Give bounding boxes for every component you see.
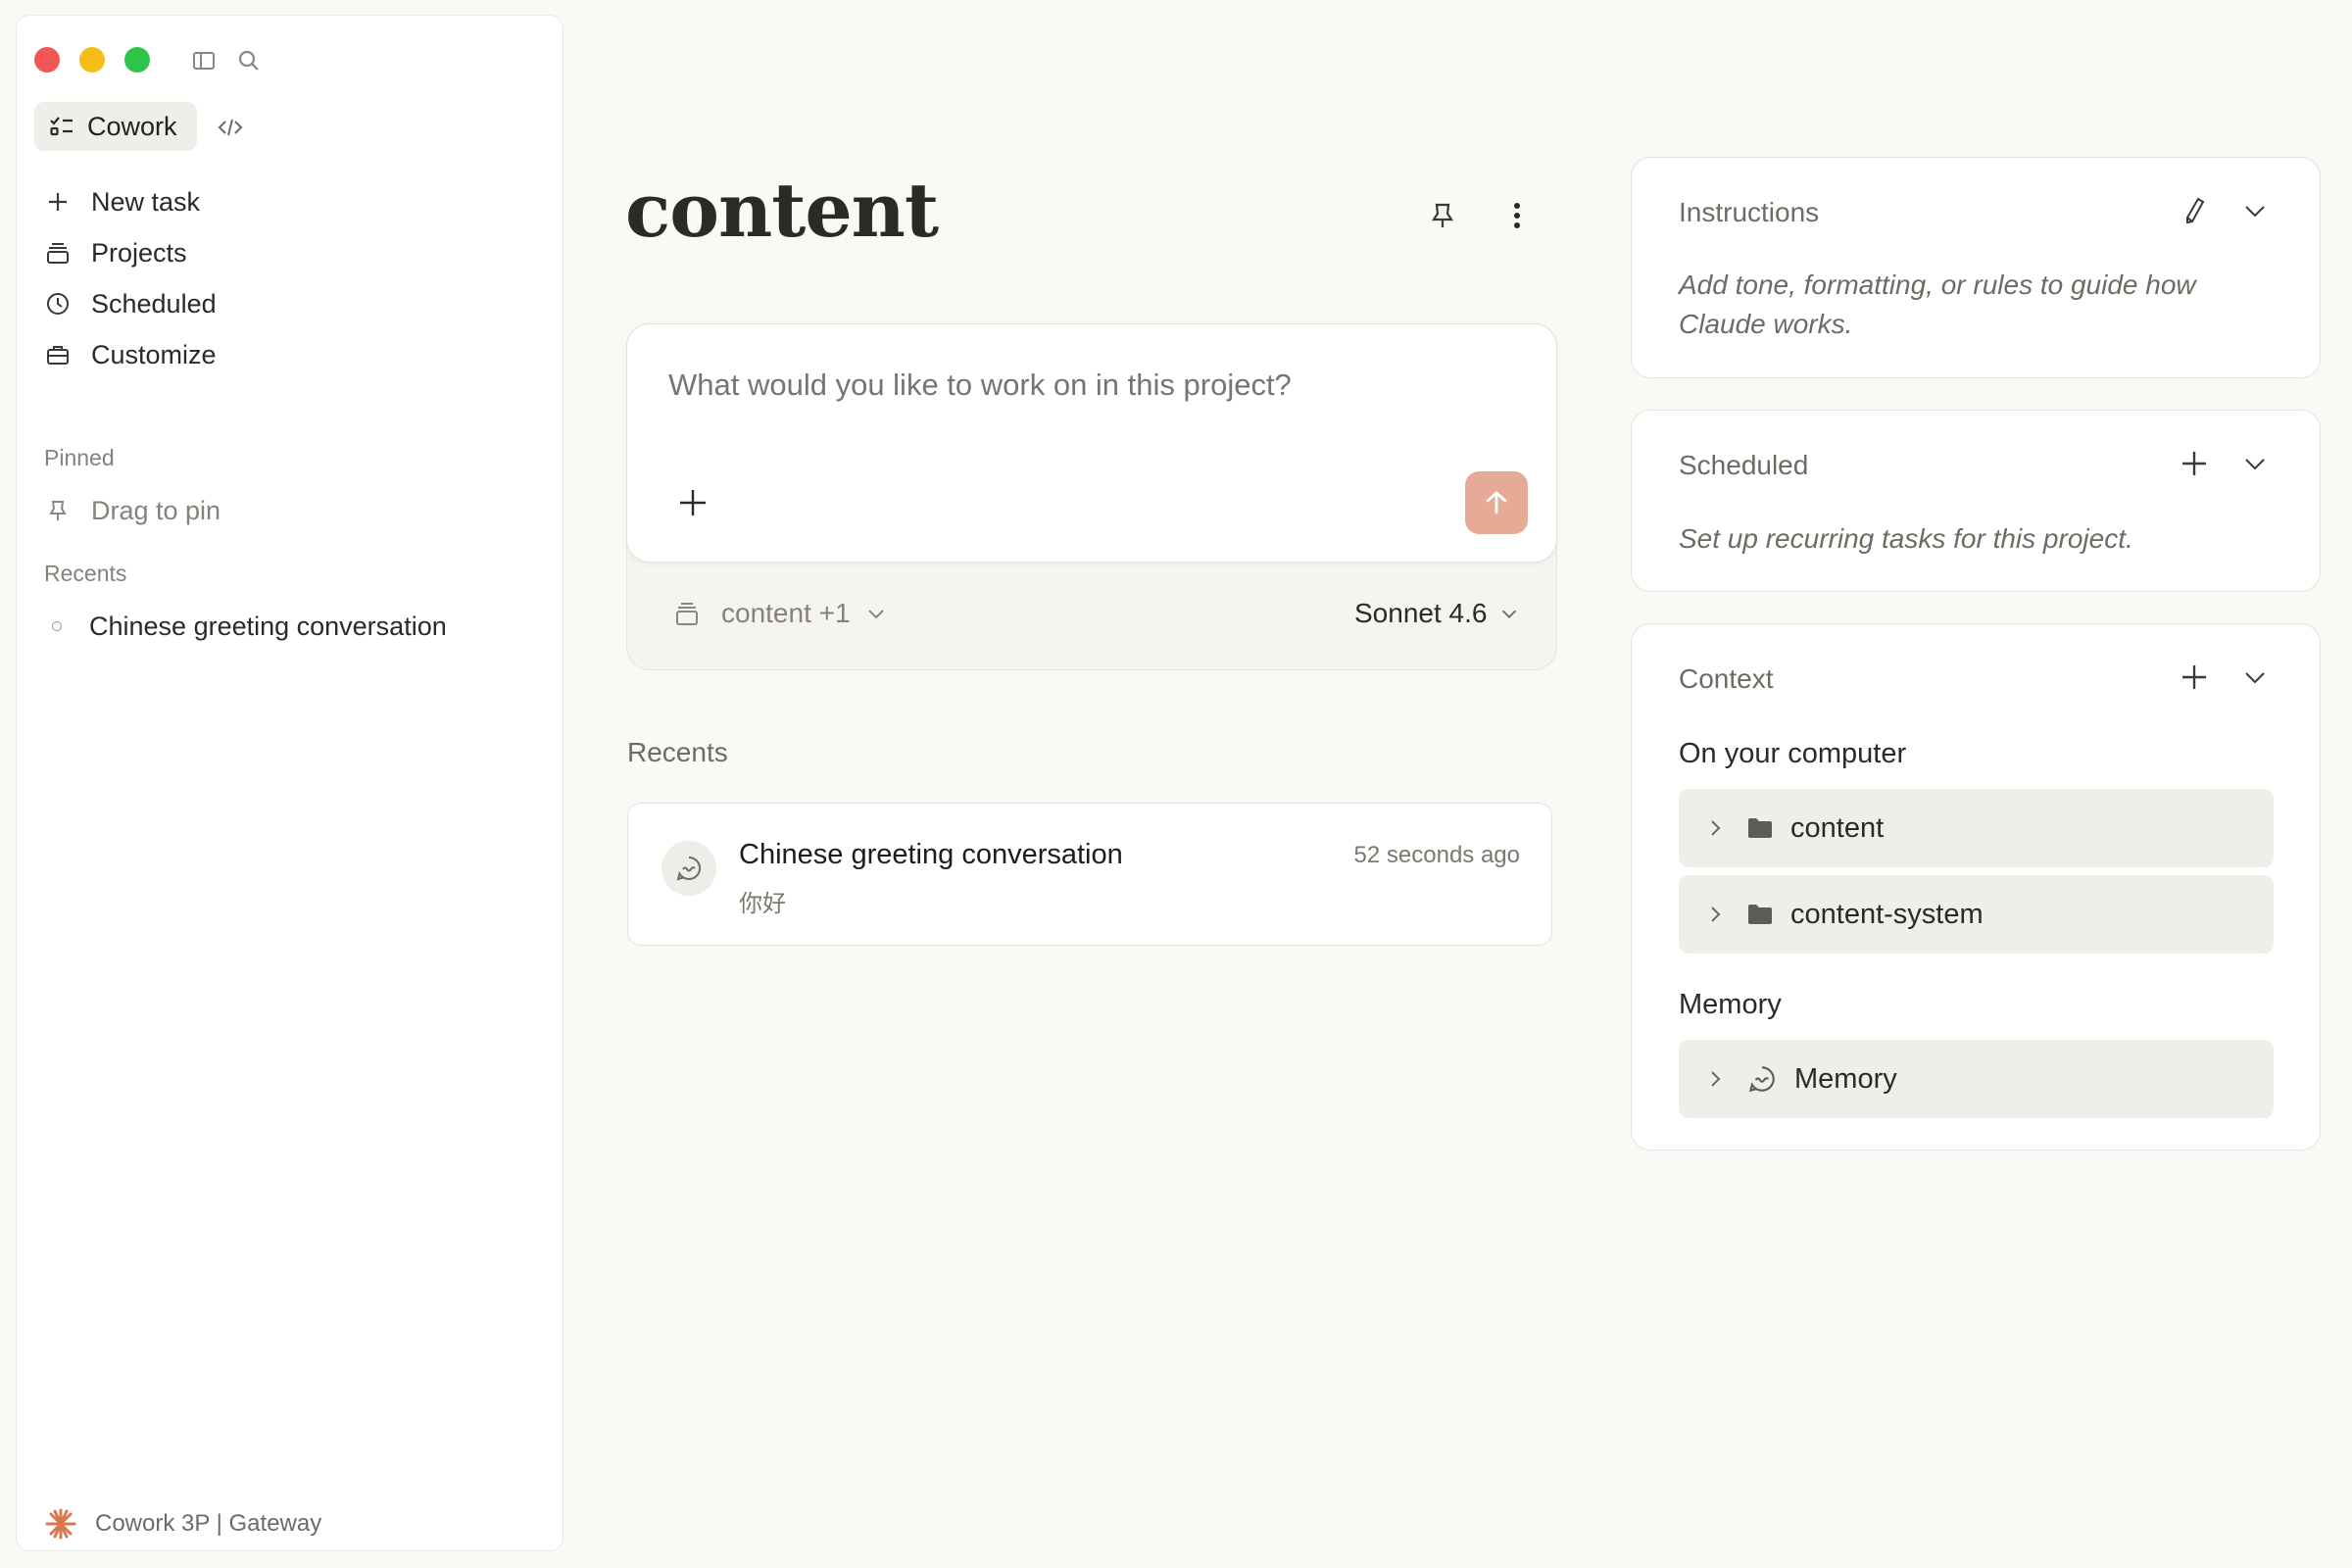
sidebar-item-label: Scheduled xyxy=(91,288,217,318)
context-folder-row[interactable]: content xyxy=(1679,789,2274,867)
scheduled-description: Set up recurring tasks for this project. xyxy=(1679,523,2133,554)
minimize-window-button[interactable] xyxy=(79,47,105,73)
sidebar-recent-item[interactable]: Chinese greeting conversation xyxy=(44,607,447,646)
project-selector[interactable]: content +1 xyxy=(672,598,888,629)
composer xyxy=(626,323,1557,563)
folder-label: content xyxy=(1790,811,1885,844)
context-panel: Context On your computer content content… xyxy=(1631,623,2321,1151)
memory-icon xyxy=(1748,1066,1775,1093)
sidebar-item-new-task[interactable]: New task xyxy=(44,182,200,221)
bullet-icon xyxy=(52,621,62,631)
pin-project-button[interactable] xyxy=(1425,198,1460,233)
mode-tab-code[interactable] xyxy=(217,114,244,141)
chevron-down-icon xyxy=(2245,459,2265,470)
search-icon[interactable] xyxy=(236,48,262,74)
recents-heading: Recents xyxy=(627,737,728,767)
mode-tab-label: Cowork xyxy=(87,111,177,141)
mode-tab-cowork[interactable]: Cowork xyxy=(34,102,197,151)
pin-icon xyxy=(49,501,67,520)
sidebar-item-customize[interactable]: Customize xyxy=(44,335,217,374)
chevron-down-icon xyxy=(2245,206,2265,218)
more-options-button[interactable] xyxy=(1499,198,1535,233)
sidebar-item-label: New task xyxy=(91,186,201,217)
chevron-right-icon xyxy=(1711,1071,1721,1087)
sidebar: Cowork New task Projects Scheduled Custo… xyxy=(16,15,564,1551)
gateway-footer[interactable]: Cowork 3P | Gateway xyxy=(44,1507,321,1541)
footer-label: Cowork 3P | Gateway xyxy=(95,1510,322,1537)
clock-icon xyxy=(47,293,69,315)
context-title: Context xyxy=(1679,663,1774,694)
pinned-drop-zone[interactable]: Drag to pin xyxy=(44,491,220,530)
context-folder-row[interactable]: content-system xyxy=(1679,875,2274,954)
plus-icon xyxy=(49,193,67,211)
collapse-scheduled-button[interactable] xyxy=(2239,448,2271,479)
send-button[interactable] xyxy=(1465,471,1528,534)
memory-heading: Memory xyxy=(1679,989,1782,1020)
code-icon xyxy=(218,119,243,136)
memory-label: Memory xyxy=(1794,1062,1897,1095)
conversation-preview: 你好 xyxy=(739,891,786,917)
collapse-context-button[interactable] xyxy=(2239,662,2271,693)
chevron-down-icon xyxy=(867,610,884,619)
app-window: Cowork New task Projects Scheduled Custo… xyxy=(0,0,2352,1568)
chat-bubble-icon xyxy=(662,841,716,896)
bell-icon xyxy=(1431,203,1454,227)
maximize-window-button[interactable] xyxy=(124,47,150,73)
conversation-title: Chinese greeting conversation xyxy=(739,839,1123,870)
sidebar-recent-label: Chinese greeting conversation xyxy=(89,611,447,641)
pinned-placeholder: Drag to pin xyxy=(91,495,221,525)
instructions-panel: Instructions Add tone, formatting, or ru… xyxy=(1631,157,2321,378)
arrow-up-icon xyxy=(1486,491,1507,514)
plus-icon xyxy=(2182,452,2206,475)
checklist-icon xyxy=(50,117,73,136)
project-selector-label: content +1 xyxy=(721,598,851,628)
page-title: content xyxy=(625,167,939,254)
instructions-description: Add tone, formatting, or rules to guide … xyxy=(1679,270,2196,339)
chevron-right-icon xyxy=(1711,906,1721,922)
sidebar-item-projects[interactable]: Projects xyxy=(44,233,187,272)
recents-section-label: Recents xyxy=(44,561,127,586)
conversation-timestamp: 52 seconds ago xyxy=(1353,842,1520,868)
add-context-button[interactable] xyxy=(2179,662,2210,693)
add-attachment-button[interactable] xyxy=(676,486,710,519)
pinned-section-label: Pinned xyxy=(44,445,115,470)
edit-instructions-button[interactable] xyxy=(2179,195,2210,226)
projects-icon xyxy=(676,603,698,625)
on-your-computer-heading: On your computer xyxy=(1679,738,1907,769)
folder-icon xyxy=(1748,818,1772,838)
sidebar-item-label: Projects xyxy=(91,237,187,268)
context-memory-row[interactable]: Memory xyxy=(1679,1040,2274,1118)
sidebar-toggle-icon[interactable] xyxy=(191,48,217,74)
model-selector[interactable]: Sonnet 4.6 xyxy=(1354,598,1520,629)
folder-label: content-system xyxy=(1790,898,1984,930)
scheduled-title: Scheduled xyxy=(1679,450,1809,480)
plus-icon xyxy=(680,490,706,515)
instructions-title: Instructions xyxy=(1679,197,1820,227)
chevron-down-icon xyxy=(2245,672,2265,684)
spark-logo-icon xyxy=(45,1508,76,1540)
pencil-icon xyxy=(2186,197,2205,224)
chevron-right-icon xyxy=(1711,820,1721,836)
sidebar-item-label: Customize xyxy=(91,339,217,369)
collapse-instructions-button[interactable] xyxy=(2239,195,2271,226)
prompt-input[interactable] xyxy=(668,368,1501,403)
folder-icon xyxy=(1748,905,1772,924)
recent-conversation-card[interactable]: Chinese greeting conversation 你好 52 seco… xyxy=(627,803,1552,946)
scheduled-panel: Scheduled Set up recurring tasks for thi… xyxy=(1631,410,2321,592)
plus-icon xyxy=(2182,665,2206,689)
chevron-down-icon xyxy=(1502,610,1517,618)
briefcase-icon xyxy=(47,346,69,365)
projects-icon xyxy=(47,243,69,264)
model-selector-label: Sonnet 4.6 xyxy=(1354,598,1488,628)
add-scheduled-button[interactable] xyxy=(2179,448,2210,479)
more-vertical-icon xyxy=(1514,203,1520,228)
close-window-button[interactable] xyxy=(34,47,60,73)
sidebar-item-scheduled[interactable]: Scheduled xyxy=(44,284,217,323)
